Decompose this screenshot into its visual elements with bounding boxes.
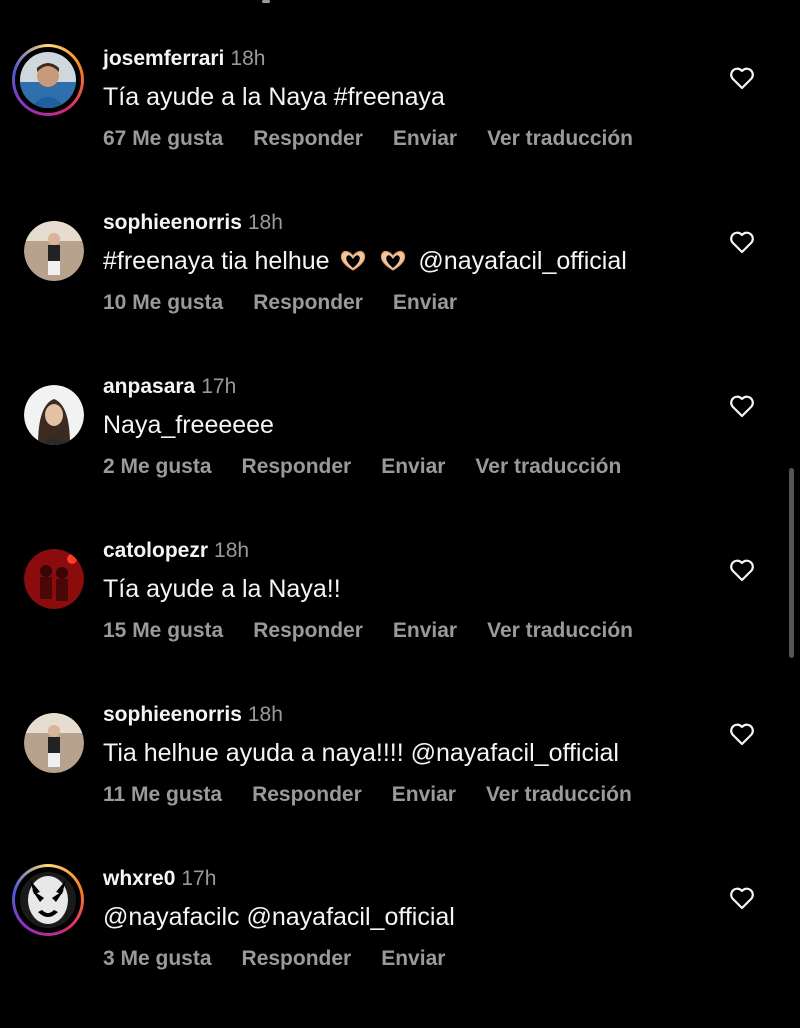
scroll-indicator-dot bbox=[262, 0, 270, 3]
send-button[interactable]: Enviar bbox=[393, 619, 457, 642]
avatar[interactable] bbox=[15, 47, 81, 113]
avatar-photo bbox=[24, 385, 84, 445]
translate-button[interactable]: Ver traducción bbox=[475, 455, 621, 478]
reply-button[interactable]: Responder bbox=[253, 127, 363, 150]
send-button[interactable]: Enviar bbox=[392, 783, 456, 806]
avatar-photo bbox=[20, 872, 76, 928]
avatar[interactable] bbox=[24, 713, 84, 773]
comment-text-part: #freenaya tia helhue bbox=[103, 247, 330, 275]
send-button[interactable]: Enviar bbox=[393, 291, 457, 314]
likes-count-button[interactable]: 67 Me gusta bbox=[103, 127, 223, 150]
heart-icon[interactable] bbox=[729, 394, 755, 418]
timestamp: 17h bbox=[201, 375, 237, 398]
username-link[interactable]: sophieenorris bbox=[103, 211, 242, 234]
likes-count-button[interactable]: 2 Me gusta bbox=[103, 455, 212, 478]
comment-item: catolopezr 18h Tía ayude a la Naya!! 15 M… bbox=[0, 536, 800, 700]
comment-item: whxre0 17h @nayafacilc @nayafacil_officia… bbox=[0, 864, 800, 1028]
comment-meta: josemferrari 18h bbox=[103, 44, 265, 74]
heart-icon[interactable] bbox=[729, 66, 755, 90]
timestamp: 17h bbox=[181, 867, 217, 890]
avatar-wrap[interactable] bbox=[24, 549, 84, 609]
reply-button[interactable]: Responder bbox=[242, 947, 352, 970]
comment-actions: 15 Me gusta Responder Enviar Ver traducción bbox=[103, 616, 663, 646]
comment-meta: catolopezr 18h bbox=[103, 536, 249, 566]
comment-meta: sophieenorris 18h bbox=[103, 208, 283, 238]
comment-item: sophieenorris 18h #freenaya tia helhue @n… bbox=[0, 208, 800, 372]
avatar-story-ring[interactable] bbox=[12, 864, 84, 936]
avatar-photo bbox=[20, 52, 76, 108]
comment-text: Naya_freeeeee bbox=[103, 411, 274, 439]
username-link[interactable]: whxre0 bbox=[103, 867, 175, 890]
reply-button[interactable]: Responder bbox=[253, 619, 363, 642]
avatar-photo bbox=[24, 549, 84, 609]
timestamp: 18h bbox=[247, 703, 283, 726]
send-button[interactable]: Enviar bbox=[381, 947, 445, 970]
avatar-story-ring[interactable] bbox=[12, 44, 84, 116]
scrollbar[interactable] bbox=[789, 468, 794, 658]
translate-button[interactable]: Ver traducción bbox=[486, 783, 632, 806]
heart-icon[interactable] bbox=[729, 558, 755, 582]
comment-item: josemferrari 18h Tía ayude a la Naya #fre… bbox=[0, 44, 800, 208]
comment-text: Tia helhue ayuda a naya!!!! @nayafacil_o… bbox=[103, 739, 619, 767]
avatar[interactable] bbox=[24, 385, 84, 445]
username-link[interactable]: sophieenorris bbox=[103, 703, 242, 726]
send-button[interactable]: Enviar bbox=[393, 127, 457, 150]
avatar-wrap[interactable] bbox=[24, 713, 84, 773]
heart-hands-emoji-icon bbox=[340, 250, 365, 271]
comment-meta: whxre0 17h bbox=[103, 864, 216, 894]
comment-item: sophieenorris 18h Tia helhue ayuda a naya… bbox=[0, 700, 800, 864]
avatar-photo bbox=[24, 221, 84, 281]
heart-hands-emoji-icon bbox=[381, 250, 406, 271]
comment-text: @nayafacilc @nayafacil_official bbox=[103, 903, 455, 931]
translate-button[interactable]: Ver traducción bbox=[487, 127, 633, 150]
avatar[interactable] bbox=[24, 221, 84, 281]
send-button[interactable]: Enviar bbox=[381, 455, 445, 478]
timestamp: 18h bbox=[230, 47, 266, 70]
likes-count-button[interactable]: 11 Me gusta bbox=[103, 783, 222, 806]
comment-item: anpasara 17h Naya_freeeeee 2 Me gusta Resp… bbox=[0, 372, 800, 536]
reply-button[interactable]: Responder bbox=[252, 783, 362, 806]
avatar-photo bbox=[24, 713, 84, 773]
timestamp: 18h bbox=[247, 211, 283, 234]
reply-button[interactable]: Responder bbox=[253, 291, 363, 314]
comment-actions: 2 Me gusta Responder Enviar Ver traducción bbox=[103, 452, 651, 482]
username-link[interactable]: josemferrari bbox=[103, 47, 224, 70]
timestamp: 18h bbox=[214, 539, 250, 562]
avatar[interactable] bbox=[24, 549, 84, 609]
likes-count-button[interactable]: 15 Me gusta bbox=[103, 619, 223, 642]
username-link[interactable]: anpasara bbox=[103, 375, 195, 398]
likes-count-button[interactable]: 10 Me gusta bbox=[103, 291, 223, 314]
avatar-wrap[interactable] bbox=[24, 385, 84, 445]
mention-link[interactable]: @nayafacil_official bbox=[418, 247, 626, 275]
comment-actions: 11 Me gusta Responder Enviar Ver traducción bbox=[103, 780, 662, 810]
comment-actions: 10 Me gusta Responder Enviar bbox=[103, 288, 487, 318]
comment-meta: anpasara 17h bbox=[103, 372, 236, 402]
username-link[interactable]: catolopezr bbox=[103, 539, 208, 562]
heart-icon[interactable] bbox=[729, 722, 755, 746]
heart-icon[interactable] bbox=[729, 230, 755, 254]
comment-actions: 67 Me gusta Responder Enviar Ver traducción bbox=[103, 124, 663, 154]
comment-text: #freenaya tia helhue @nayafacil_official bbox=[103, 244, 627, 278]
comment-actions: 3 Me gusta Responder Enviar bbox=[103, 944, 475, 974]
likes-count-button[interactable]: 3 Me gusta bbox=[103, 947, 212, 970]
translate-button[interactable]: Ver traducción bbox=[487, 619, 633, 642]
comment-text: Tía ayude a la Naya!! bbox=[103, 575, 341, 603]
heart-icon[interactable] bbox=[729, 886, 755, 910]
comment-text: Tía ayude a la Naya #freenaya bbox=[103, 83, 445, 111]
reply-button[interactable]: Responder bbox=[242, 455, 352, 478]
comment-meta: sophieenorris 18h bbox=[103, 700, 283, 730]
avatar[interactable] bbox=[15, 867, 81, 933]
avatar-wrap[interactable] bbox=[24, 221, 84, 281]
